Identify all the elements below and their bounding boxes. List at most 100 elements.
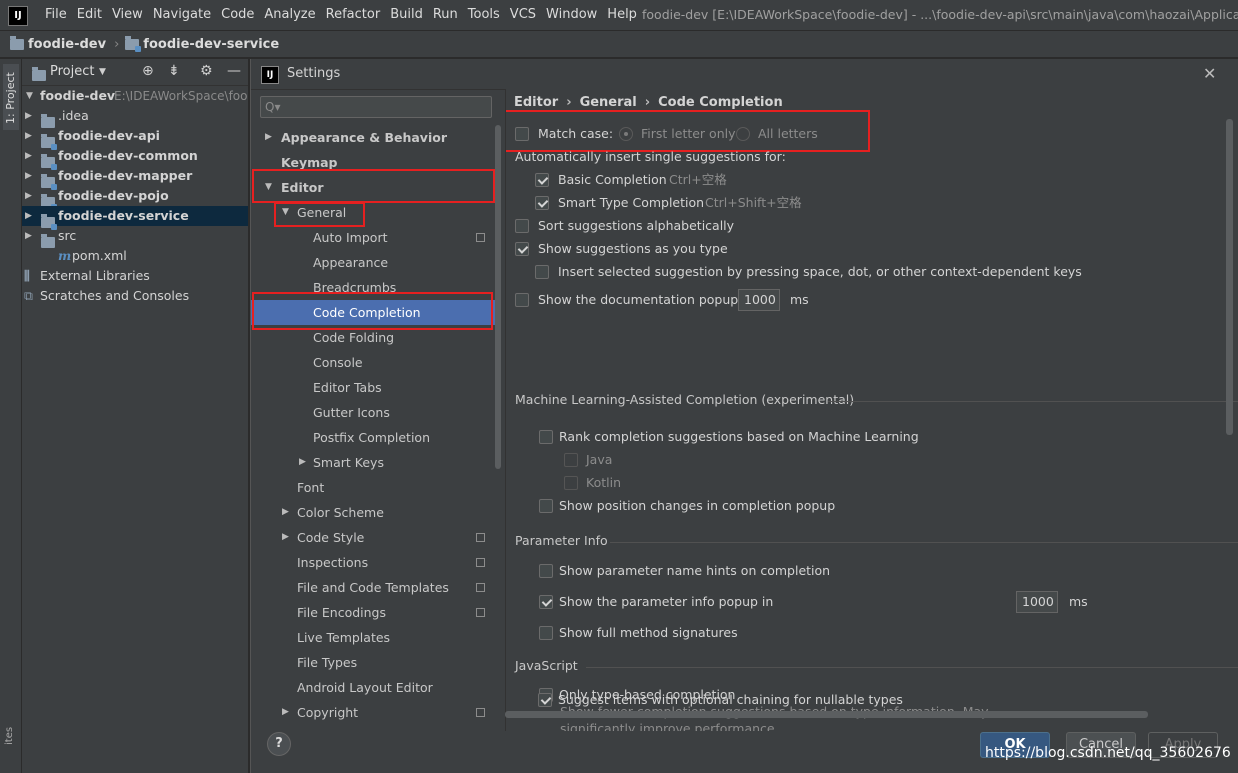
nav-file-code-templates[interactable]: File and Code Templates	[251, 575, 495, 600]
gear-icon[interactable]: ⚙	[200, 63, 213, 79]
content-scrollbar[interactable]	[1226, 119, 1233, 435]
smart-completion-row: Smart Type Completion Ctrl+Shift+空格	[535, 193, 935, 213]
bottom-tool-tab[interactable]: ites	[4, 727, 15, 745]
nav-postfix-completion[interactable]: Postfix Completion	[251, 425, 495, 450]
smart-completion-checkbox[interactable]	[535, 196, 549, 210]
tree-item-scratches[interactable]: ⧉ Scratches and Consoles	[22, 286, 248, 306]
nav-android-layout-editor[interactable]: Android Layout Editor	[251, 675, 495, 700]
nav-auto-import[interactable]: Auto Import	[251, 225, 495, 250]
tree-root[interactable]: ▼ foodie-dev E:\IDEAWorkSpace\foo	[22, 86, 248, 106]
collapse-all-icon[interactable]: ⇟	[168, 63, 180, 79]
tree-item-label: pom.xml	[72, 248, 127, 263]
annotation-box	[252, 169, 495, 203]
doc-popup-unit: ms	[790, 292, 809, 307]
insert-selected-checkbox[interactable]	[535, 265, 549, 279]
help-button[interactable]: ?	[267, 732, 291, 756]
menu-edit[interactable]: Edit	[72, 0, 107, 30]
menu-view[interactable]: View	[107, 0, 148, 30]
minimize-icon[interactable]: —	[227, 63, 241, 79]
js-optional-chain-row: Suggest items with optional chaining for…	[538, 690, 938, 710]
sort-alpha-checkbox[interactable]	[515, 219, 529, 233]
param-full-row: Show full method signatures	[539, 623, 939, 643]
nav-live-templates[interactable]: Live Templates	[251, 625, 495, 650]
tree-item-idea[interactable]: ▶ .idea	[22, 106, 248, 128]
breadcrumb-project[interactable]: foodie-dev	[28, 37, 106, 52]
ml-position-checkbox[interactable]	[539, 499, 553, 513]
param-hints-checkbox[interactable]	[539, 564, 553, 578]
js-optional-chain-checkbox[interactable]	[538, 693, 552, 707]
menu-run[interactable]: Run	[428, 0, 463, 30]
tree-item-external-libraries[interactable]: ⫼ External Libraries	[22, 266, 248, 286]
nav-code-style[interactable]: ▶ Code Style	[251, 525, 495, 550]
settings-search-input[interactable]: Q▾	[260, 96, 492, 118]
nav-label: Appearance & Behavior	[281, 130, 447, 145]
nav-scrollbar[interactable]	[495, 125, 501, 469]
menu-analyze[interactable]: Analyze	[259, 0, 320, 30]
nav-file-types[interactable]: File Types	[251, 650, 495, 675]
menu-help[interactable]: Help	[602, 0, 642, 30]
menu-tools[interactable]: Tools	[463, 0, 505, 30]
nav-file-encodings[interactable]: File Encodings	[251, 600, 495, 625]
ml-rank-checkbox[interactable]	[539, 430, 553, 444]
chevron-right-icon: ›	[114, 36, 120, 52]
nav-label: Inspections	[297, 555, 369, 570]
tree-item-api[interactable]: ▶ foodie-dev-api	[22, 126, 248, 150]
doc-popup-delay-input[interactable]: 1000	[738, 289, 780, 311]
nav-appearance[interactable]: Appearance	[251, 250, 495, 275]
path-general: General	[579, 95, 637, 110]
nav-smart-keys[interactable]: ▶ Smart Keys	[251, 450, 495, 475]
nav-label: Appearance	[313, 255, 389, 270]
param-popup-delay-input[interactable]: 1000	[1016, 591, 1058, 613]
nav-gutter-icons[interactable]: Gutter Icons	[251, 400, 495, 425]
basic-completion-checkbox[interactable]	[535, 173, 549, 187]
content-horizontal-scrollbar[interactable]	[505, 711, 1148, 718]
menu-window[interactable]: Window	[541, 0, 602, 30]
annotation-box	[252, 292, 493, 330]
breadcrumb-module[interactable]: foodie-dev-service	[143, 37, 279, 52]
nav-color-scheme[interactable]: ▶ Color Scheme	[251, 500, 495, 525]
menu-vcs[interactable]: VCS	[505, 0, 541, 30]
locate-icon[interactable]: ⊕	[142, 63, 154, 79]
doc-popup-checkbox[interactable]	[515, 293, 529, 307]
show-as-type-checkbox[interactable]	[515, 242, 529, 256]
project-tool-tab[interactable]: 1: Project	[3, 64, 19, 130]
nav-font[interactable]: Font	[251, 475, 495, 500]
menu-refactor[interactable]: Refactor	[321, 0, 386, 30]
nav-editor-tabs[interactable]: Editor Tabs	[251, 375, 495, 400]
nav-copyright[interactable]: ▶ Copyright	[251, 700, 495, 725]
close-icon[interactable]: ✕	[1203, 64, 1216, 83]
nav-appearance-behavior[interactable]: ▶ Appearance & Behavior	[251, 125, 495, 150]
chevron-down-icon[interactable]: ▼	[99, 67, 106, 77]
param-full-checkbox[interactable]	[539, 626, 553, 640]
ml-rank-row: Rank completion suggestions based on Mac…	[539, 427, 939, 447]
menu-code[interactable]: Code	[216, 0, 259, 30]
nav-label: File Encodings	[297, 605, 387, 620]
tree-item-mapper[interactable]: ▶ foodie-dev-mapper	[22, 166, 248, 190]
menu-navigate[interactable]: Navigate	[148, 0, 216, 30]
nav-inspections[interactable]: Inspections	[251, 550, 495, 575]
tree-root-name: foodie-dev	[40, 88, 116, 103]
project-view-selector[interactable]: Project	[50, 64, 94, 79]
tree-item-src[interactable]: ▶ src	[22, 226, 248, 248]
menu-file[interactable]: File	[40, 0, 72, 30]
nav-label: Postfix Completion	[313, 430, 430, 445]
doc-popup-row: Show the documentation popup in	[515, 290, 915, 310]
collapsed-arrow-icon: ▶	[282, 532, 289, 542]
tree-item-label: Scratches and Consoles	[40, 288, 190, 303]
ml-java-checkbox[interactable]	[564, 453, 578, 467]
collapsed-arrow-icon: ▶	[25, 231, 32, 241]
tree-item-label: foodie-dev-api	[58, 128, 160, 143]
nav-console[interactable]: Console	[251, 350, 495, 375]
tree-item-common[interactable]: ▶ foodie-dev-common	[22, 146, 248, 170]
param-popup-checkbox[interactable]	[539, 595, 553, 609]
section-divider	[610, 542, 1238, 543]
section-divider	[586, 667, 1238, 668]
nav-label: Android Layout Editor	[297, 680, 433, 695]
ml-kotlin-checkbox[interactable]	[564, 476, 578, 490]
tree-item-label: foodie-dev-service	[58, 208, 189, 223]
tree-item-service[interactable]: ▶ foodie-dev-service	[22, 206, 248, 230]
menu-build[interactable]: Build	[385, 0, 428, 30]
tree-item-pom[interactable]: m pom.xml	[22, 246, 248, 266]
param-popup-unit: ms	[1069, 594, 1088, 609]
tree-item-pojo[interactable]: ▶ foodie-dev-pojo	[22, 186, 248, 210]
